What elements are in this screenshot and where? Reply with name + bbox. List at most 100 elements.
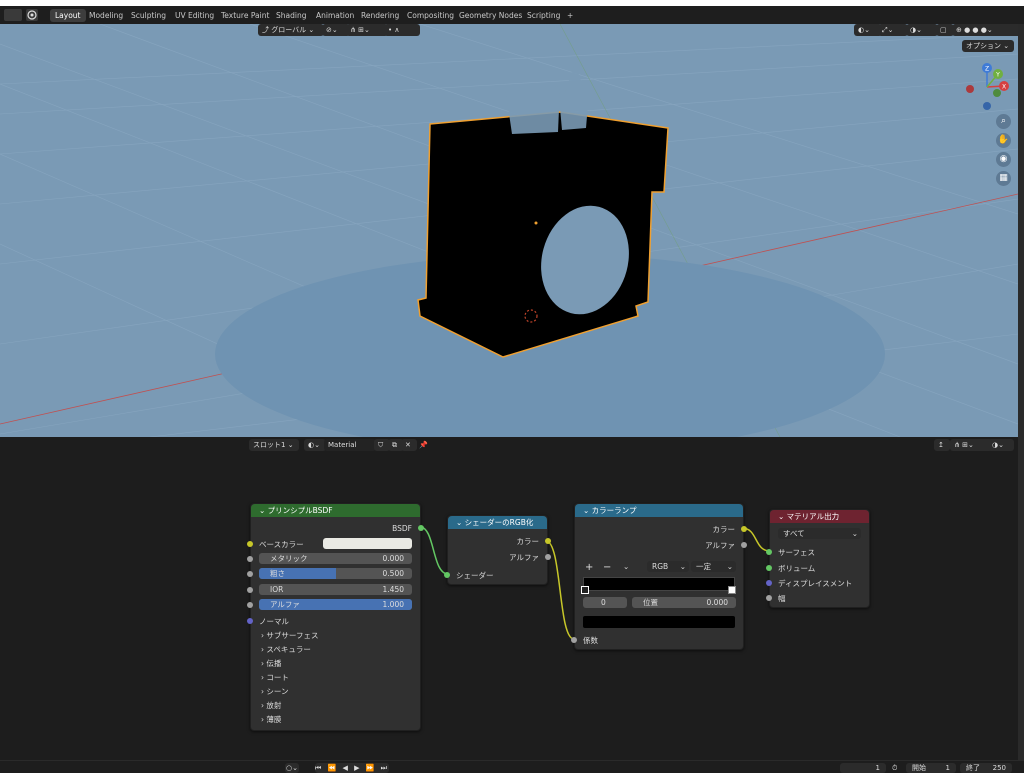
- node-title-color-ramp[interactable]: ⌄ カラーランプ: [575, 504, 743, 517]
- base-color-label: ベースカラー: [259, 540, 304, 549]
- chevron-down-icon: ⌄: [726, 562, 733, 571]
- bsdf-panel-0[interactable]: › サブサーフェス: [261, 630, 318, 641]
- ramp-stop-color-swatch[interactable]: [583, 616, 735, 628]
- ramp-color-socket[interactable]: [741, 526, 747, 532]
- material-output-node[interactable]: ⌄ マテリアル出力 すべて ⌄ サーフェス ボリューム ディスプレイスメント 幅: [766, 509, 870, 608]
- metallic-field[interactable]: メタリック 0.000: [259, 553, 412, 564]
- pan-hand-icon[interactable]: ✋: [996, 133, 1011, 148]
- ramp-remove-stop-button[interactable]: −: [603, 562, 611, 573]
- volume-socket[interactable]: [766, 565, 772, 571]
- shader-to-rgb-node[interactable]: ⌄ シェーダーのRGB化 カラー アルファ シェーダー: [444, 515, 551, 585]
- ramp-menu-dropdown[interactable]: ⌄: [623, 562, 629, 571]
- color-ramp-gradient-bar[interactable]: [583, 577, 735, 591]
- ior-value: 1.450: [382, 585, 404, 594]
- bsdf-panel-3[interactable]: › コート: [261, 672, 289, 683]
- tab-rendering[interactable]: Rendering: [356, 9, 404, 22]
- surface-socket[interactable]: [766, 549, 772, 555]
- output-target-dropdown[interactable]: すべて ⌄: [778, 528, 861, 539]
- tab-texture-paint[interactable]: Texture Paint: [216, 9, 274, 22]
- tab-modeling[interactable]: Modeling: [84, 9, 128, 22]
- ramp-position-field[interactable]: 位置 0.000: [632, 597, 736, 608]
- material-browse-icon[interactable]: ◐⌄: [304, 439, 326, 451]
- ramp-add-stop-button[interactable]: +: [585, 562, 593, 573]
- bsdf-panel-label: シーン: [266, 687, 289, 696]
- tab-scripting[interactable]: Scripting: [522, 9, 565, 22]
- shading-mode-buttons[interactable]: ⊕ ● ● ●⌄: [952, 24, 1022, 36]
- ramp-stop-black[interactable]: [581, 586, 589, 594]
- node-title-shader-to-rgb[interactable]: ⌄ シェーダーのRGB化: [448, 516, 547, 529]
- snapping-toggle[interactable]: ⋔ ⊞⌄: [346, 24, 388, 36]
- ior-field[interactable]: IOR 1.450: [259, 584, 412, 595]
- overlay-toggle[interactable]: ◑⌄: [906, 24, 938, 36]
- shader-rgb-color-socket[interactable]: [545, 538, 551, 544]
- proportional-editing-toggle[interactable]: • ∧: [384, 24, 420, 36]
- orthographic-grid-icon[interactable]: ▦: [996, 171, 1011, 186]
- tab-compositing[interactable]: Compositing: [402, 9, 459, 22]
- gizmo-toggle[interactable]: ⤢⌄: [878, 24, 908, 36]
- link-color-surface: [741, 527, 771, 552]
- pin-icon[interactable]: 📌: [415, 439, 431, 451]
- add-workspace-button[interactable]: +: [562, 9, 578, 22]
- bsdf-panel-6[interactable]: › 薄膜: [261, 714, 281, 725]
- material-name-field[interactable]: Material: [324, 439, 376, 451]
- node-title-material-output[interactable]: ⌄ マテリアル出力: [770, 510, 869, 523]
- orientation-label: グローバル: [271, 26, 307, 34]
- ramp-color-mode-dropdown[interactable]: RGB ⌄: [647, 561, 689, 572]
- camera-view-icon[interactable]: ◉: [996, 152, 1011, 167]
- parent-node-tree-icon[interactable]: ↥: [934, 439, 950, 451]
- workspace-bar: Layout Modeling Sculpting UV Editing Texture…: [0, 0, 1024, 25]
- tab-shading[interactable]: Shading: [271, 9, 311, 22]
- material-slot-dropdown[interactable]: スロット1 ⌄: [249, 439, 299, 451]
- material-name-value: Material: [328, 441, 357, 449]
- area-edge-scrollbar[interactable]: [1018, 24, 1024, 760]
- shader-input-socket[interactable]: [444, 572, 450, 578]
- thickness-socket[interactable]: [766, 595, 772, 601]
- normal-socket[interactable]: [247, 618, 253, 624]
- displacement-socket[interactable]: [766, 580, 772, 586]
- metallic-value: 0.000: [382, 554, 404, 563]
- bsdf-panel-label: スペキュラー: [266, 645, 311, 654]
- base-color-socket[interactable]: [247, 541, 253, 547]
- principled-bsdf-node[interactable]: ⌄ プリンシプルBSDF BSDF ベースカラー メタリック 0.000 粗さ …: [247, 503, 424, 731]
- bsdf-panel-4[interactable]: › シーン: [261, 686, 289, 697]
- tab-layout[interactable]: Layout: [50, 9, 86, 22]
- node-editor-header: スロット1 ⌄ ◐⌄ Material ⛉ ⧉ ✕ 📌 ↥ ⋔ ⊞⌄ ◑⌄: [0, 437, 1018, 454]
- bsdf-panel-5[interactable]: › 放射: [261, 700, 281, 711]
- bsdf-panel-label: 伝播: [266, 659, 282, 668]
- bsdf-panel-label: 薄膜: [266, 715, 282, 724]
- ramp-alpha-socket[interactable]: [741, 542, 747, 548]
- bsdf-panel-1[interactable]: › スペキュラー: [261, 644, 311, 655]
- ramp-stop-white[interactable]: [728, 586, 736, 594]
- bsdf-panel-2[interactable]: › 伝播: [261, 658, 281, 669]
- navigation-gizmo[interactable]: Z X Y: [962, 62, 1012, 112]
- shader-node-editor[interactable]: ⌄ プリンシプルBSDF BSDF ベースカラー メタリック 0.000 粗さ …: [0, 437, 1018, 760]
- shader-rgb-alpha-socket[interactable]: [545, 554, 551, 560]
- snapping-dropdown[interactable]: ⋔ ⊞⌄: [950, 439, 992, 451]
- roughness-field[interactable]: 粗さ 0.500: [259, 568, 412, 579]
- tab-geometry-nodes[interactable]: Geometry Nodes: [454, 9, 527, 22]
- options-dropdown[interactable]: オプション ⌄: [962, 40, 1014, 52]
- alpha-socket[interactable]: [247, 602, 253, 608]
- ramp-factor-label: 係数: [583, 636, 598, 645]
- editor-type-icon[interactable]: [4, 9, 22, 21]
- zoom-icon[interactable]: ⌕: [996, 114, 1011, 129]
- ior-socket[interactable]: [247, 587, 253, 593]
- tab-sculpting[interactable]: Sculpting: [126, 9, 171, 22]
- color-ramp-node[interactable]: ⌄ カラーランプ カラー アルファ + − ⌄ RGB ⌄ 一定 ⌄ 0 位置 …: [571, 503, 747, 650]
- 3d-viewport[interactable]: Z X Y ⌕ ✋ ◉ ▦: [0, 24, 1018, 437]
- ramp-interpolation-dropdown[interactable]: 一定 ⌄: [691, 561, 736, 572]
- node-title-bsdf[interactable]: ⌄ プリンシプルBSDF: [251, 504, 420, 517]
- base-color-swatch[interactable]: [323, 538, 412, 549]
- alpha-field[interactable]: アルファ 1.000: [259, 599, 412, 610]
- roughness-socket[interactable]: [247, 571, 253, 577]
- bsdf-output-socket[interactable]: [418, 525, 424, 531]
- tab-animation[interactable]: Animation: [311, 9, 359, 22]
- metallic-socket[interactable]: [247, 556, 253, 562]
- ramp-stop-index-field[interactable]: 0: [583, 597, 627, 608]
- ramp-factor-socket[interactable]: [571, 637, 577, 643]
- bsdf-panel-label: 放射: [266, 701, 282, 710]
- blender-menu-icon[interactable]: [26, 9, 38, 21]
- tab-uv-editing[interactable]: UV Editing: [170, 9, 219, 22]
- overlay-dropdown[interactable]: ◑⌄: [988, 439, 1014, 451]
- transform-orientation-dropdown[interactable]: ⤴ グローバル ⌄: [258, 24, 324, 36]
